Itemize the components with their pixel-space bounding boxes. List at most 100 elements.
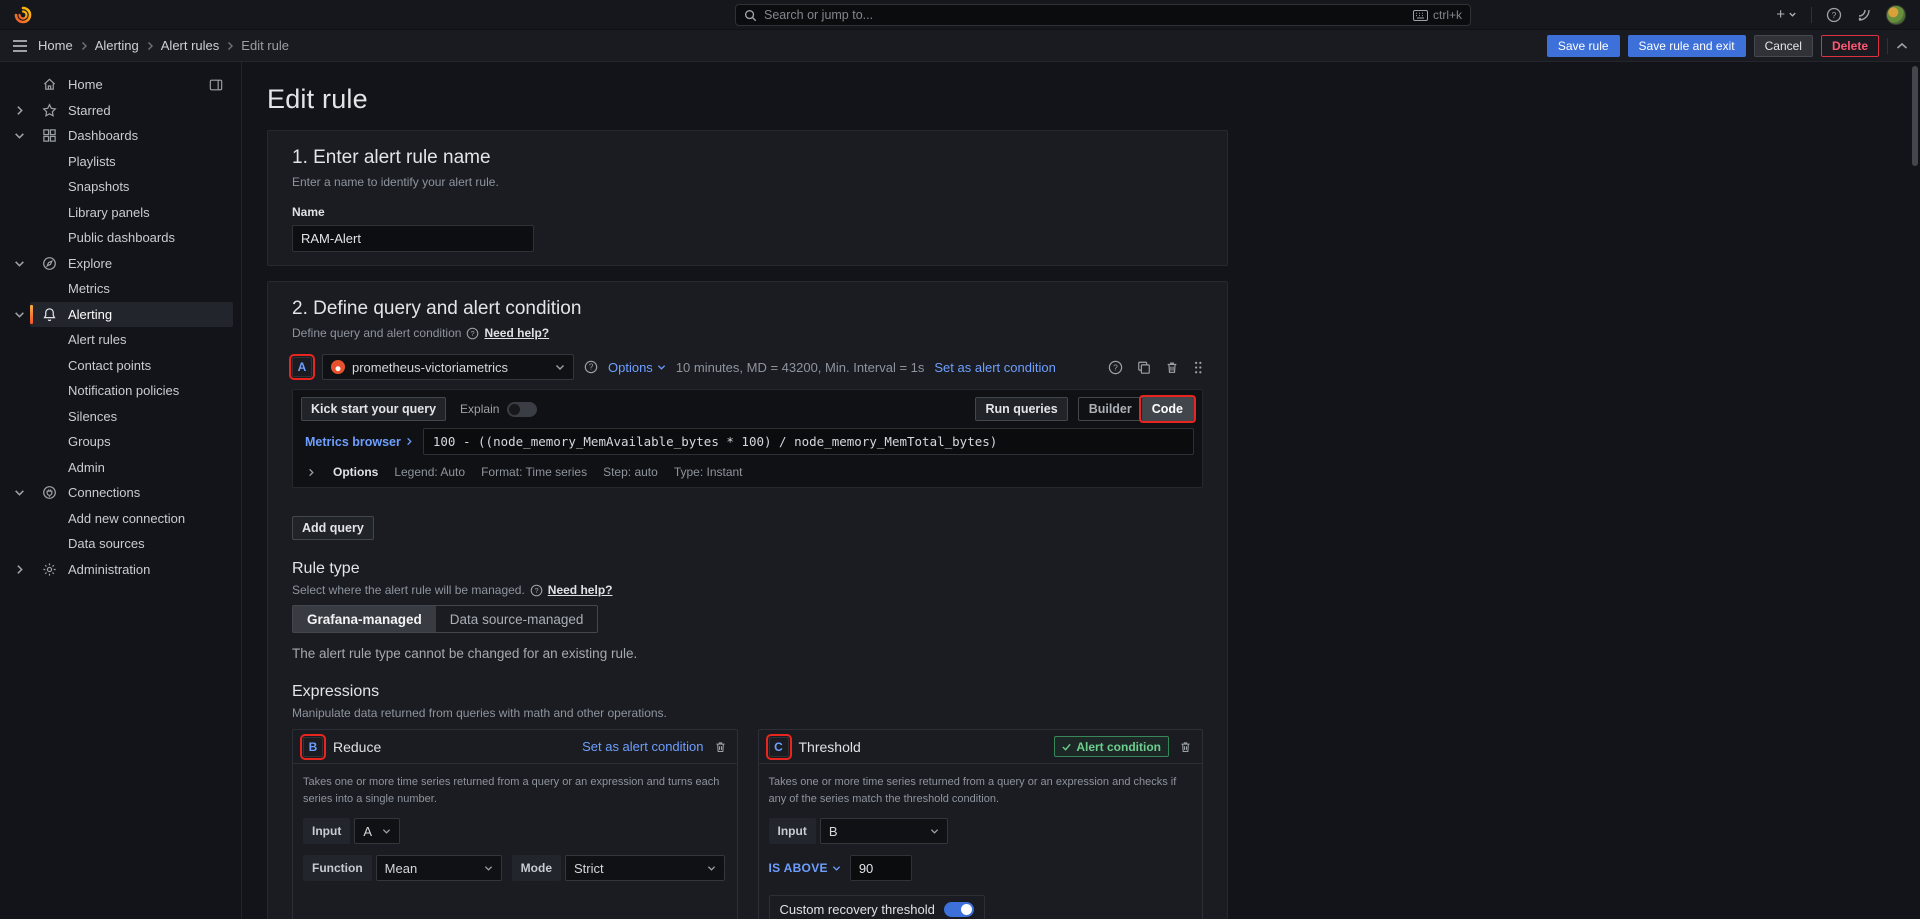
- plus-icon: +: [1776, 7, 1785, 22]
- chevron-down-icon: [1788, 10, 1797, 19]
- format-option: Format: Time series: [481, 465, 587, 479]
- query-options-toggle[interactable]: Options: [608, 360, 666, 375]
- info-icon: ?: [530, 584, 543, 597]
- sidebar-item-starred[interactable]: Starred: [0, 98, 241, 124]
- cancel-button[interactable]: Cancel: [1754, 35, 1813, 57]
- builder-mode-option[interactable]: Builder: [1079, 398, 1142, 420]
- sidebar-item-library-panels[interactable]: Library panels: [0, 200, 241, 226]
- rule-type-need-help-link[interactable]: Need help?: [548, 583, 613, 597]
- query-help-icon[interactable]: ?: [1108, 360, 1123, 375]
- sidebar-item-explore[interactable]: Explore: [0, 251, 241, 277]
- sidebar-item-snapshots[interactable]: Snapshots: [0, 174, 241, 200]
- explain-toggle[interactable]: [507, 402, 537, 417]
- threshold-value-input[interactable]: [850, 855, 912, 881]
- code-mode-option[interactable]: Code: [1142, 398, 1193, 420]
- sidebar-item-groups[interactable]: Groups: [0, 429, 241, 455]
- chevron-down-icon[interactable]: [8, 131, 30, 140]
- reduce-function-select[interactable]: Mean: [376, 855, 502, 881]
- threshold-input-select[interactable]: B: [820, 818, 948, 844]
- reduce-input-select[interactable]: A: [354, 818, 400, 844]
- breadcrumb-bar: Home Alerting Alert rules Edit rule Save…: [0, 30, 1920, 62]
- expressions-title: Expressions: [292, 683, 1203, 701]
- chevron-down-icon[interactable]: [8, 259, 30, 268]
- news-icon[interactable]: [1856, 7, 1872, 23]
- need-help-link[interactable]: Need help?: [484, 326, 549, 340]
- sidebar-item-notification-policies[interactable]: Notification policies: [0, 378, 241, 404]
- sidebar-item-playlists[interactable]: Playlists: [0, 149, 241, 175]
- sidebar-item-contact-points[interactable]: Contact points: [0, 353, 241, 379]
- search-input[interactable]: Search or jump to... ctrl+k: [735, 4, 1471, 26]
- collapse-bar-icon[interactable]: [1896, 42, 1908, 50]
- breadcrumb-alerting[interactable]: Alerting: [95, 38, 139, 53]
- run-queries-button[interactable]: Run queries: [975, 397, 1067, 421]
- save-rule-and-exit-button[interactable]: Save rule and exit: [1628, 35, 1746, 57]
- drag-handle-icon[interactable]: [1193, 360, 1203, 375]
- breadcrumb-home[interactable]: Home: [38, 38, 73, 53]
- sidebar-item-home[interactable]: Home: [0, 72, 241, 98]
- user-avatar[interactable]: [1886, 5, 1906, 25]
- reduce-mode-select[interactable]: Strict: [565, 855, 725, 881]
- sidebar-item-admin[interactable]: Admin: [0, 455, 241, 481]
- add-query-button[interactable]: Add query: [292, 516, 374, 540]
- threshold-input-label: Input: [769, 818, 816, 844]
- delete-query-icon[interactable]: [1165, 360, 1179, 375]
- chevron-right-icon: [80, 41, 88, 51]
- menu-toggle-icon[interactable]: [12, 39, 28, 53]
- delete-button[interactable]: Delete: [1821, 35, 1879, 57]
- kick-start-query-button[interactable]: Kick start your query: [301, 397, 446, 421]
- reduce-title: Reduce: [333, 739, 381, 755]
- sidebar-item-silences[interactable]: Silences: [0, 404, 241, 430]
- gear-icon: [36, 562, 62, 577]
- sidebar-item-metrics[interactable]: Metrics: [0, 276, 241, 302]
- reduce-ref-badge[interactable]: B: [303, 737, 323, 757]
- rule-name-input[interactable]: [292, 225, 534, 252]
- sidebar-item-connections[interactable]: Connections: [0, 480, 241, 506]
- chevron-down-icon: [382, 827, 391, 835]
- dock-sidebar-icon[interactable]: [209, 78, 223, 92]
- delete-expression-icon[interactable]: [1179, 740, 1192, 754]
- delete-expression-icon[interactable]: [714, 740, 727, 754]
- reduce-set-alert-condition-link[interactable]: Set as alert condition: [582, 739, 703, 754]
- set-alert-condition-link[interactable]: Set as alert condition: [934, 360, 1055, 375]
- save-rule-button[interactable]: Save rule: [1547, 35, 1620, 57]
- custom-recovery-threshold-toggle[interactable]: [944, 902, 974, 917]
- sidebar-item-alerting[interactable]: Alerting: [0, 302, 241, 328]
- rule-type-section: Rule type Select where the alert rule wi…: [292, 560, 1203, 661]
- datasource-picker[interactable]: prometheus-victoriametrics: [322, 354, 574, 380]
- sidebar-item-public-dashboards[interactable]: Public dashboards: [0, 225, 241, 251]
- sidebar-item-alert-rules[interactable]: Alert rules: [0, 327, 241, 353]
- help-icon[interactable]: ?: [1826, 7, 1842, 23]
- chevron-down-icon[interactable]: [8, 488, 30, 497]
- chevron-down-icon[interactable]: [8, 310, 30, 319]
- chevron-right-icon[interactable]: [8, 105, 30, 116]
- chevron-right-icon[interactable]: [8, 564, 30, 575]
- query-meta: 10 minutes, MD = 43200, Min. Interval = …: [676, 360, 925, 375]
- threshold-ref-badge[interactable]: C: [769, 737, 789, 757]
- svg-text:?: ?: [534, 585, 538, 594]
- promql-expression-input[interactable]: 100 - ((node_memory_MemAvailable_bytes *…: [423, 428, 1194, 455]
- sidebar-item-administration[interactable]: Administration: [0, 557, 241, 583]
- sidebar-item-data-sources[interactable]: Data sources: [0, 531, 241, 557]
- step2-panel: 2. Define query and alert condition Defi…: [267, 281, 1228, 919]
- breadcrumb-alert-rules[interactable]: Alert rules: [161, 38, 220, 53]
- rule-type-note: The alert rule type cannot be changed fo…: [292, 646, 1203, 661]
- scrollbar-thumb[interactable]: [1912, 66, 1918, 166]
- sidebar-item-alerting-active[interactable]: Alerting: [30, 302, 233, 328]
- svg-text:?: ?: [589, 363, 594, 372]
- threshold-condition-select[interactable]: IS ABOVE: [769, 861, 841, 875]
- breadcrumb: Home Alerting Alert rules Edit rule: [38, 38, 289, 53]
- duplicate-icon[interactable]: [1137, 360, 1151, 375]
- sidebar-item-add-new-connection[interactable]: Add new connection: [0, 506, 241, 532]
- query-ref-badge[interactable]: A: [292, 357, 312, 377]
- new-menu-button[interactable]: +: [1776, 7, 1797, 22]
- rule-type-datasource-managed[interactable]: Data source-managed: [436, 606, 598, 632]
- custom-recovery-threshold-label: Custom recovery threshold: [780, 902, 935, 917]
- rule-type-grafana-managed[interactable]: Grafana-managed: [293, 606, 436, 632]
- alert-condition-badge: Alert condition: [1054, 736, 1169, 757]
- sidebar-item-dashboards[interactable]: Dashboards: [0, 123, 241, 149]
- metrics-browser-toggle[interactable]: Metrics browser: [301, 428, 423, 455]
- datasource-name: prometheus-victoriametrics: [352, 360, 508, 375]
- reduce-mode-label: Mode: [512, 855, 561, 881]
- query-options-row[interactable]: Options Legend: Auto Format: Time series…: [301, 463, 1194, 479]
- grafana-logo[interactable]: [14, 6, 32, 24]
